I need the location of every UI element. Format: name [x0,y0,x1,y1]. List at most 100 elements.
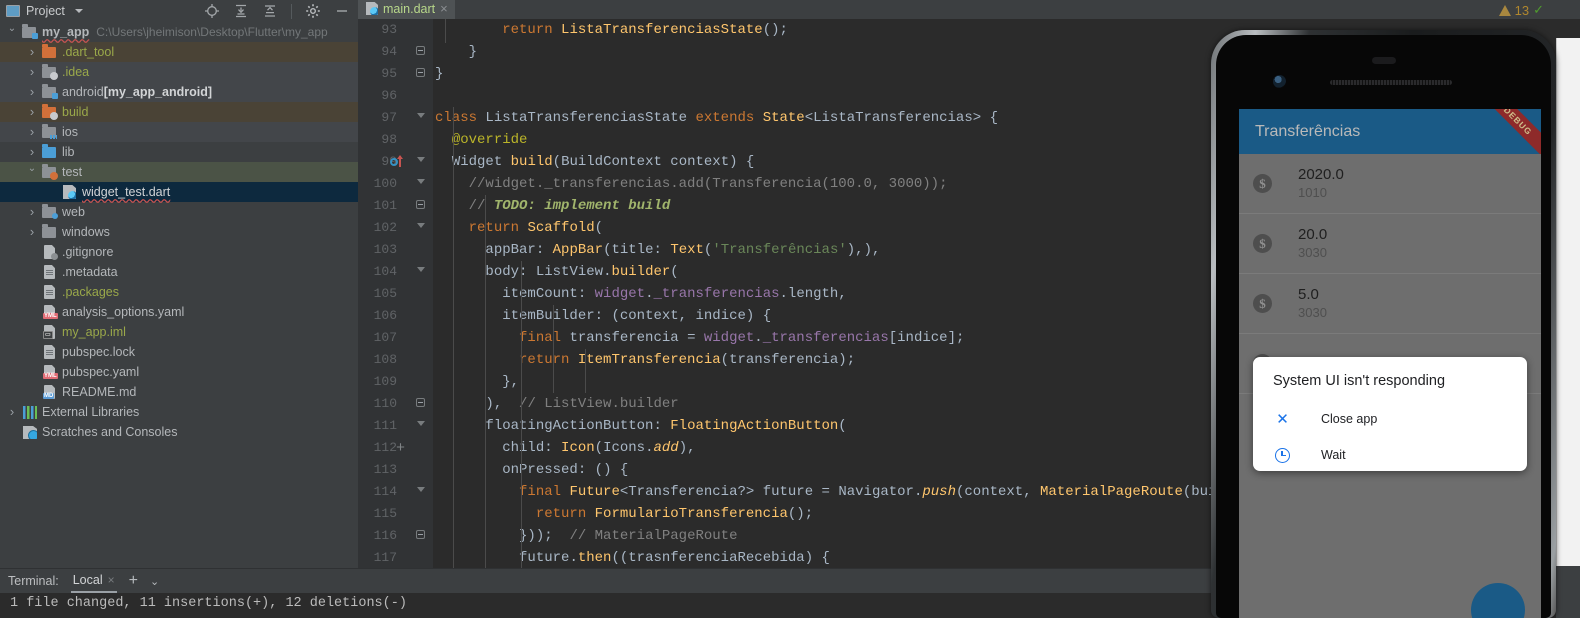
tree-node-analysis-options-yaml[interactable]: YML analysis_options.yaml [0,302,358,322]
expand-all-icon[interactable] [233,3,249,19]
phone-screen[interactable]: Transferências DEBUG $2020.0 1010 $20.0 303… [1239,109,1541,618]
minimize-icon[interactable] [334,3,350,19]
transfer-list-item[interactable]: $20.0 3030 [1239,214,1541,274]
tree-node-external-libraries[interactable]: External Libraries [0,402,358,422]
earpiece [1371,57,1396,64]
money-icon: $ [1253,174,1272,193]
folder-plain-icon [42,224,57,239]
phone-bezel: Transferências DEBUG $2020.0 1010 $20.0 303… [1216,35,1551,618]
dialog-action-wait[interactable]: Wait [1253,437,1527,473]
tree-node-readme-md[interactable]: MD README.md [0,382,358,402]
chevron-right-icon[interactable] [26,125,38,139]
chevron-right-icon[interactable] [26,225,38,239]
chevron-right-icon[interactable] [26,105,38,119]
project-tree[interactable]: my_app C:\Users\jheimison\Desktop\Flutter… [0,22,358,568]
speaker-grill-icon [1330,80,1452,85]
code-fold-toggle[interactable] [415,107,426,129]
inspection-ok-icon: ✓ [1533,2,1544,17]
chevron-right-icon[interactable] [26,205,38,219]
code-fold-toggle[interactable] [415,195,426,217]
tree-node-label: lib [62,145,75,159]
dialog-action-label: Wait [1321,448,1346,462]
code-fold-toggle[interactable] [415,261,426,283]
code-fold-toggle[interactable] [415,525,426,547]
chevron-right-icon[interactable] [26,45,38,59]
transfer-account: 1010 [1298,185,1327,200]
terminal-tab-local[interactable]: Local × [70,569,117,593]
tree-node-gitignore[interactable]: .gitignore [0,242,358,262]
tree-node-label: widget_test.dart [82,185,171,199]
code-fold-toggle[interactable] [415,151,426,173]
tree-node-widget-test-dart[interactable]: widget_test.dart [0,182,358,202]
tree-node-idea[interactable]: .idea [0,62,358,82]
close-icon[interactable]: × [440,2,448,15]
run-gutter-icon[interactable] [390,151,412,173]
line-number: 100 [373,176,397,191]
folder-module-icon [22,24,38,39]
tree-node-ios[interactable]: ios [0,122,358,142]
tree-node-web[interactable]: web [0,202,358,222]
android-emulator[interactable]: Transferências DEBUG $2020.0 1010 $20.0 303… [1211,30,1556,618]
chevron-right-icon[interactable] [6,405,18,419]
tree-node-label: .metadata [62,265,118,279]
inspection-status[interactable]: 13 ✓ [1498,2,1544,18]
tree-node-windows[interactable]: windows [0,222,358,242]
tree-node-build[interactable]: build [0,102,358,122]
tree-node-my-app[interactable]: my_app C:\Users\jheimison\Desktop\Flutter… [0,22,358,42]
vcs-added-line-marker[interactable]: + [394,437,407,459]
gear-icon[interactable] [305,3,321,19]
tree-node-metadata[interactable]: .metadata [0,262,358,282]
locate-icon[interactable] [204,3,220,19]
tree-node-dart-tool[interactable]: .dart_tool [0,42,358,62]
folder-dots-icon [42,124,57,139]
folder-blue-icon [42,144,57,159]
code-fold-toggle[interactable] [415,41,426,63]
tree-node-my-app-iml[interactable]: ▭ my_app.iml [0,322,358,342]
transfer-list-item[interactable]: $5.0 3030 [1239,274,1541,334]
tree-node-label: .packages [62,285,119,299]
tree-node-label: analysis_options.yaml [62,305,185,319]
tree-node-pubspec-lock[interactable]: pubspec.lock [0,342,358,362]
editor-gutter[interactable]: 93 94 95 96 97 98 99 100 101 102 103 104 105 106 107 10… [358,19,433,568]
chevron-right-icon[interactable] [26,65,38,79]
add-terminal-button[interactable]: + [129,573,138,589]
chevron-down-icon[interactable] [74,9,83,13]
chevron-down-icon[interactable]: ⌄ [150,575,159,588]
tree-node-label: Scratches and Consoles [42,425,178,439]
line-number: 93 [381,22,397,37]
chevron-down-icon[interactable] [6,27,18,37]
tree-node-test[interactable]: test [0,162,358,182]
chevron-right-icon[interactable] [26,145,38,159]
line-number: 111 [373,418,397,433]
code-fold-toggle[interactable] [415,481,426,503]
dart-file-icon [366,2,378,15]
collapse-all-icon[interactable] [262,3,278,19]
code-fold-toggle[interactable] [415,217,426,239]
code-fold-toggle[interactable] [415,415,426,437]
code-fold-toggle[interactable] [415,173,426,195]
tree-node-label: pubspec.yaml [62,365,140,379]
project-tool-window-button[interactable]: Project [6,4,83,18]
transfer-text: 20.0 3030 [1298,226,1327,261]
money-icon: $ [1253,234,1272,253]
dialog-action-close-app[interactable]: ✕ Close app [1253,401,1527,437]
tree-node-label: windows [62,225,110,239]
tab-main-dart[interactable]: main.dart × [358,0,455,19]
chevron-right-icon[interactable] [26,85,38,99]
tree-node-label: my_app.iml [62,325,126,339]
file-gitignore-icon [42,245,58,260]
dart-file-icon [62,185,77,199]
tree-node-android[interactable]: android [my_app_android] [0,82,358,102]
app-bar-title: Transferências [1255,122,1361,140]
chevron-down-icon[interactable] [26,167,38,177]
transfer-list-item[interactable]: $2020.0 1010 [1239,154,1541,214]
tree-node-packages[interactable]: .packages [0,282,358,302]
code-fold-toggle[interactable] [415,393,426,415]
tree-node-scratches-and-consoles[interactable]: Scratches and Consoles [0,422,358,442]
tree-node-lib[interactable]: lib [0,142,358,162]
tree-node-pubspec-yaml[interactable]: YML pubspec.yaml [0,362,358,382]
floating-action-button[interactable] [1471,583,1525,618]
close-icon[interactable]: × [108,573,115,587]
code-fold-toggle[interactable] [415,63,426,85]
system-ui-dialog[interactable]: System UI isn't responding ✕ Close app W… [1253,357,1527,471]
